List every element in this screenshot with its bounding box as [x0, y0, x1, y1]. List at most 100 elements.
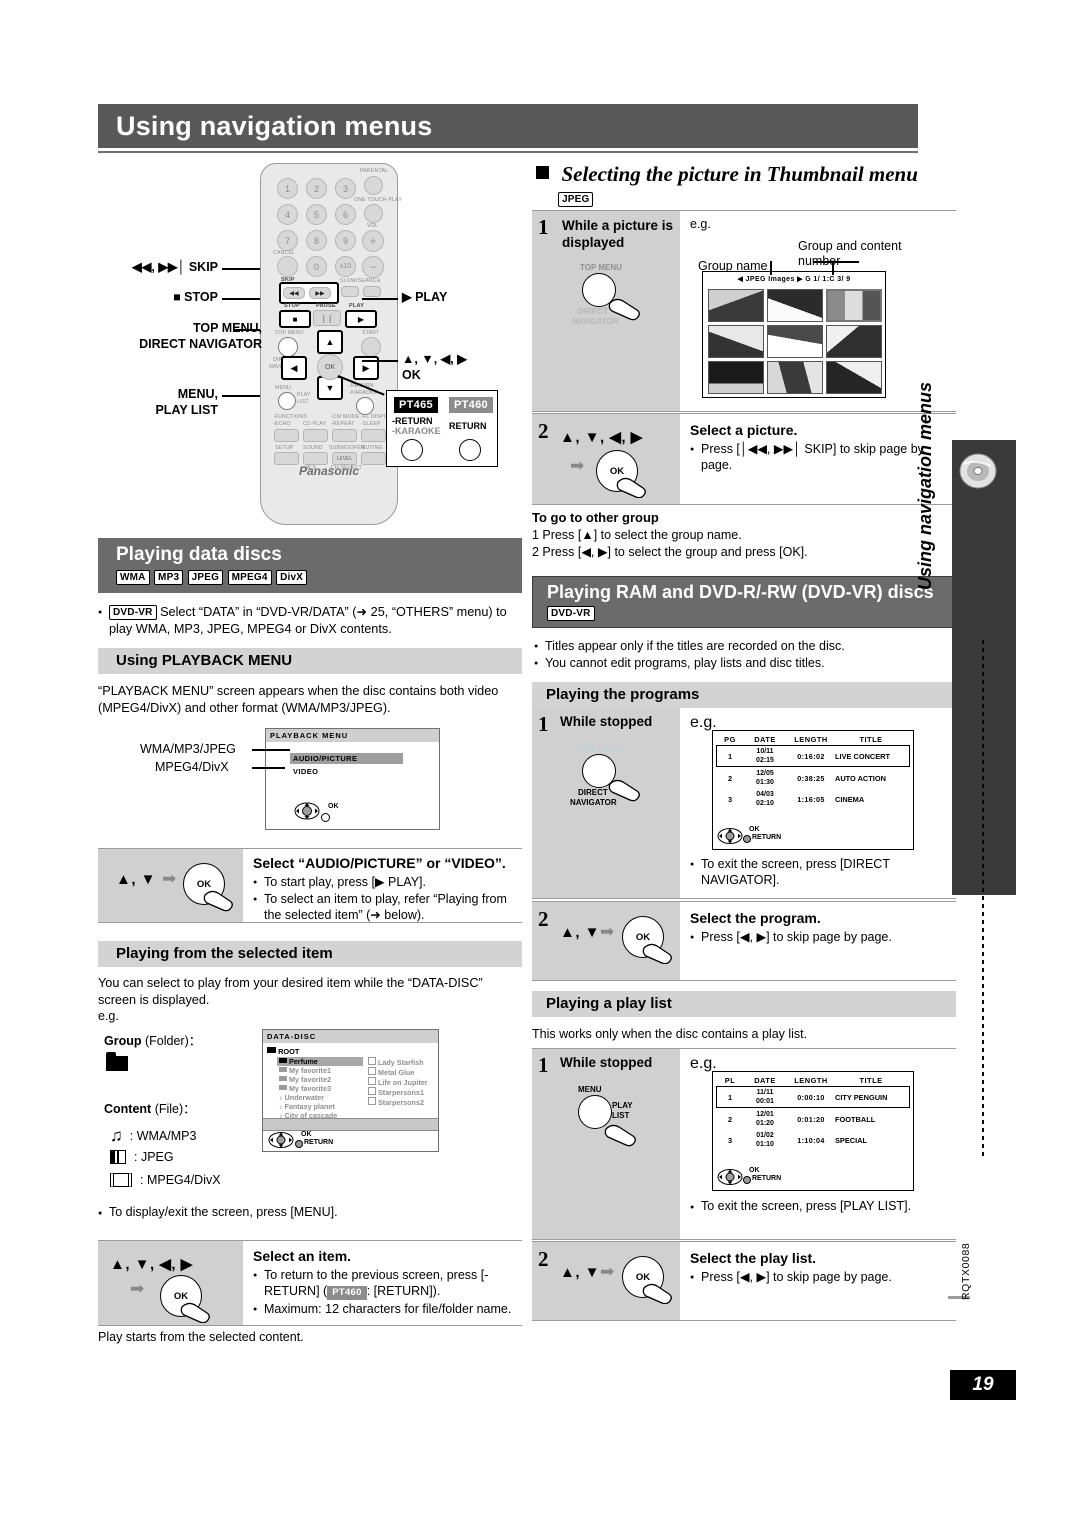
- remote-key-0: 0: [306, 256, 327, 277]
- remote-label-play: PLAY: [349, 303, 365, 309]
- osd-item-fantasy[interactable]: ♪ Fantasy planet: [277, 1102, 363, 1111]
- remote-key-play: ▶: [345, 310, 377, 328]
- hand-pointer-icon: [608, 298, 640, 321]
- right-arrow-icon: ➡: [162, 869, 177, 888]
- osd-item-fav3-label: My favorite3: [289, 1084, 331, 1093]
- lead-video: [252, 767, 285, 769]
- playlist-row-selected[interactable]: 1 11/11 00:01 0:00:10 CITY PENGUIN: [716, 1086, 910, 1108]
- subsection-playing-playlist: Playing a play list: [532, 991, 956, 1017]
- osd-return-dot-icon: [743, 835, 751, 843]
- step1-title: While a picture is displayed: [562, 217, 673, 251]
- picture-icon-small: [368, 1097, 376, 1105]
- programs-row-selected[interactable]: 1 10/11 02:15 0:16:02 LIVE CONCERT: [716, 745, 910, 767]
- right-arrow-icon: ➡: [130, 1279, 145, 1298]
- remote-label-subwoofer: SUBWOOFER: [329, 445, 365, 451]
- step-tag-pt460: PT460: [327, 1286, 367, 1300]
- osd-file-lady-starfish[interactable]: Lady Starfish: [368, 1057, 438, 1067]
- programs-row2-no: 2: [727, 773, 733, 783]
- variant-a-karaoke: -KARAOKE: [392, 426, 441, 436]
- thumbnail-heading-text: Selecting the picture in Thumbnail menu: [561, 162, 918, 186]
- remote-key-top-menu: [278, 337, 298, 357]
- step-bullet-return-b: : [RETURN]).: [366, 1284, 441, 1298]
- programs-button-direct-label: DIRECT: [578, 788, 608, 797]
- thumbnail-cell[interactable]: [708, 325, 764, 358]
- programs-step1-title: While stopped: [560, 714, 653, 729]
- remote-label-muting: MUTING: [361, 445, 383, 451]
- osd-direct-navigator-programs: PG DATE LENGTH TITLE 1 10/11 02:15 0:16:…: [712, 730, 914, 850]
- thumbnail-cell[interactable]: [708, 361, 764, 394]
- osd-item-underwater[interactable]: ♪ Underwater: [277, 1093, 363, 1102]
- data-disc-format-tags: WMA MP3 JPEG MPEG4 DivX: [98, 566, 522, 587]
- remote-label-setup: SETUP: [275, 445, 294, 451]
- remote-key-start: [361, 337, 381, 357]
- thumbnail-cell[interactable]: [826, 325, 882, 358]
- osd-file-metal-glue[interactable]: Metal Glue: [368, 1067, 438, 1077]
- osd-ok-label: OK: [301, 1131, 312, 1138]
- remote-key-2: 2: [306, 178, 327, 199]
- playlist-col-title: TITLE: [859, 1076, 883, 1085]
- programs-row3-date1: 04/03: [756, 791, 774, 798]
- page-title: Using navigation menus: [116, 110, 433, 141]
- playlist-step2-number: 2: [538, 1247, 549, 1271]
- osd-file-life-on-jupiter[interactable]: Life on Jupiter: [368, 1077, 438, 1087]
- dvd-vr-bullet-2: You cannot edit programs, play lists and…: [534, 655, 958, 672]
- playlist-col-date: DATE: [754, 1076, 776, 1085]
- playlist-row[interactable]: 2 12/01 01:20 0:01:20 FOOTBALL: [717, 1110, 909, 1128]
- playlist-row[interactable]: 3 01/02 01:10 1:10:04 SPECIAL: [717, 1131, 909, 1149]
- programs-step2-title: Select the program.: [690, 910, 821, 926]
- osd-file-life-on-jupiter-label: Life on Jupiter: [378, 1078, 428, 1087]
- playlist-row2-date1: 12/01: [756, 1111, 774, 1118]
- hand-pointer-icon: [203, 890, 233, 912]
- callout-cursor: ▲, ▼, ◀, ▶: [402, 352, 467, 366]
- osd-item-fav1[interactable]: My favorite1: [277, 1066, 363, 1075]
- callout-menu: MENU,: [177, 387, 218, 401]
- page-number: 19: [950, 1370, 1016, 1400]
- programs-step1-key-panel: 1 While stopped TOP MENU DIRECT NAVIGATO…: [532, 708, 680, 898]
- osd-file-starpersons1[interactable]: Starpersons1: [368, 1087, 438, 1097]
- programs-col-length: LENGTH: [794, 735, 828, 744]
- step1-title-l2: displayed: [562, 235, 625, 250]
- page-title-banner: Using navigation menus: [98, 104, 918, 148]
- data-discs-note: DVD-VR Select “DATA” in “DVD-VR/DATA” (➜…: [98, 604, 533, 637]
- osd-cursor-pad-icon: [717, 1169, 743, 1185]
- step1-thumbnail: 1 While a picture is displayed TOP MENU …: [532, 210, 956, 412]
- selected-item-eg: e.g.: [98, 1009, 119, 1023]
- remote-label-skip: SKIP: [281, 277, 295, 283]
- callout-lead-menu: [222, 395, 260, 397]
- remote-label-slow-search: SLOW/SEARCH: [340, 278, 381, 284]
- osd-file-starpersons2[interactable]: Starpersons2: [368, 1097, 438, 1107]
- programs-step2-text-panel: Select the program. Press [◀, ▶] to skip…: [690, 910, 948, 946]
- osd-item-perfume[interactable]: Perfume: [277, 1057, 363, 1066]
- osd-item-fav3[interactable]: My favorite3: [277, 1084, 363, 1093]
- programs-step2-bullet: Press [◀, ▶] to skip page by page.: [690, 929, 948, 946]
- subsection-heading-playback-menu: Using PLAYBACK MENU: [116, 652, 293, 669]
- remote-key-repeat: [332, 429, 357, 442]
- root-folder-icon: [267, 1047, 276, 1053]
- thumbnail-cell[interactable]: [826, 361, 882, 394]
- osd-item-audio-picture[interactable]: AUDIO/PICTURE: [290, 753, 403, 764]
- label-group-rest: (Folder)：: [141, 1034, 202, 1048]
- thumbnail-cell[interactable]: [708, 289, 764, 322]
- thumbnail-cell-selected[interactable]: [826, 289, 882, 322]
- osd-item-video[interactable]: VIDEO: [293, 767, 318, 776]
- osd-cursor-pad-icon: [294, 802, 320, 820]
- folder-icon-small: [279, 1076, 287, 1081]
- right-arrow-icon: ➡: [570, 456, 585, 475]
- playlist-row2-length: 0:01:20: [797, 1114, 825, 1124]
- tag-divx: DivX: [276, 570, 308, 586]
- step-bullet-max-chars: Maximum: 12 characters for file/folder n…: [253, 1301, 515, 1318]
- programs-row[interactable]: 3 04/03 02:10 1:16:05 CINEMA: [717, 790, 909, 808]
- step-bullet-return: To return to the previous screen, press …: [253, 1267, 515, 1300]
- osd-file-starpersons2-label: Starpersons2: [378, 1098, 424, 1107]
- programs-row[interactable]: 2 12/05 01:30 0:38:25 AUTO ACTION: [717, 769, 909, 787]
- callout-lead-play: [362, 298, 398, 300]
- osd-item-fav2[interactable]: My favorite2: [277, 1075, 363, 1084]
- folder-icon-small: [279, 1058, 287, 1063]
- playlist-row1-length: 0:00:10: [797, 1092, 825, 1102]
- thumbnail-cell[interactable]: [767, 289, 823, 322]
- remote-key-cancel: [277, 256, 298, 277]
- programs-row1-date1: 10/11: [756, 748, 774, 755]
- playlist-row1-date2: 00:01: [756, 1098, 774, 1105]
- thumbnail-cell[interactable]: [767, 361, 823, 394]
- thumbnail-cell[interactable]: [767, 325, 823, 358]
